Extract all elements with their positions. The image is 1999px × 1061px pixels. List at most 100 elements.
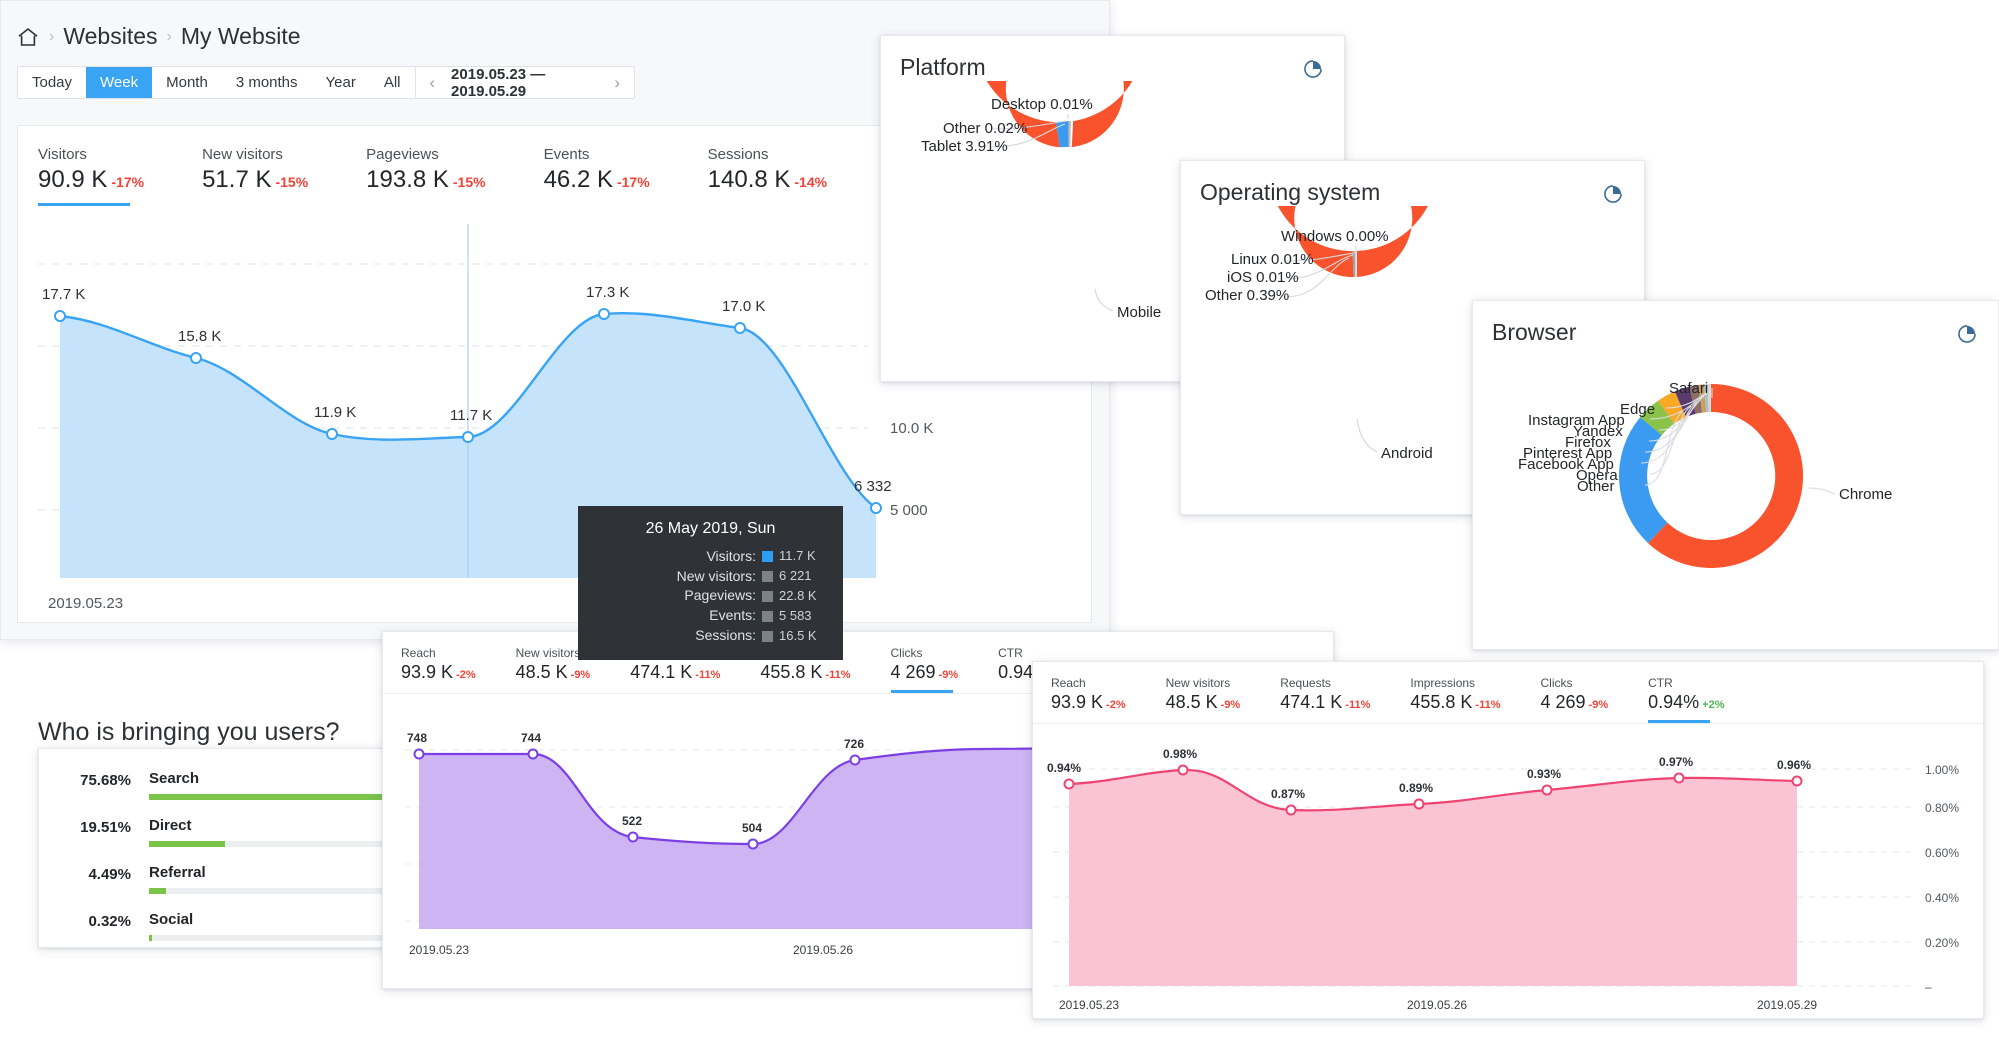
period-month[interactable]: Month — [152, 67, 222, 98]
ctr-ytick-1: 0.80% — [1925, 801, 1959, 815]
mini-kpi-requests-value: 474.1 K — [630, 662, 692, 682]
kpi-pageviews[interactable]: Pageviews 193.8 K-15% — [366, 146, 485, 206]
kpi-visitors-value: 90.9 K — [38, 166, 107, 193]
point-label-0: 17.7 K — [42, 286, 85, 303]
tooltip-key-pageviews: Pageviews: — [684, 586, 756, 606]
next-range-button[interactable]: › — [614, 73, 620, 93]
kpi-sessions[interactable]: Sessions 140.8 K-14% — [708, 146, 827, 206]
kpi-events-label: Events — [544, 146, 650, 163]
mini-kpi-impressions-value: 455.8 K — [760, 662, 822, 682]
ctr-xtick-1: 2019.05.26 — [1407, 998, 1467, 1012]
ctr-ytick-0: 1.00% — [1925, 763, 1959, 777]
date-range-label[interactable]: 2019.05.23 — 2019.05.29 — [451, 66, 598, 100]
tooltip-swatch-sessions — [762, 631, 773, 642]
ctr-ytick-5: – — [1925, 980, 1932, 994]
pie-chart-icon[interactable] — [1956, 323, 1978, 345]
tooltip-row-visitors: Visitors: 11.7 K — [592, 547, 829, 567]
ctr-mini-kpi-new-visitors-value: 48.5 K — [1166, 692, 1218, 712]
slice-desktop — [1069, 121, 1071, 147]
breadcrumb-separator-2: › — [167, 28, 172, 46]
ctr-ytick-4: 0.20% — [1925, 936, 1959, 950]
browser-donut[interactable]: Safari Edge Instagram App Yandex Firefox… — [1473, 346, 1998, 643]
dashboard-screenshot: › Websites › My Website Today Week Month… — [0, 0, 1999, 1061]
ctr-xtick-2: 2019.05.29 — [1757, 998, 1817, 1012]
chart-tooltip: 26 May 2019, Sun Visitors: 11.7 K New vi… — [578, 506, 843, 660]
mini-kpi-requests-delta: -11% — [695, 669, 720, 681]
mini-kpi-ctr-label: CTR — [998, 646, 1074, 660]
ctr-mini-kpi-clicks-label: Clicks — [1541, 676, 1609, 690]
ctr-mini-kpi-reach[interactable]: Reach 93.9 K-2% — [1051, 676, 1126, 723]
kpi-events[interactable]: Events 46.2 K-17% — [544, 146, 650, 206]
breadcrumb-item-my-website[interactable]: My Website — [181, 23, 301, 50]
ctr-mini-kpi-clicks[interactable]: Clicks 4 269-9% — [1541, 676, 1609, 723]
period-selector: Today Week Month 3 months Year All ‹ 201… — [17, 66, 635, 99]
period-week[interactable]: Week — [86, 67, 152, 98]
ctr-mini-kpi-ctr[interactable]: CTR 0.94%+2% — [1648, 676, 1724, 723]
tooltip-swatch-pageviews — [762, 591, 773, 602]
prev-range-button[interactable]: ‹ — [429, 73, 435, 93]
platform-label-tablet: Tablet 3.91% — [921, 138, 1008, 155]
date-range-picker: ‹ 2019.05.23 — 2019.05.29 › — [415, 67, 634, 98]
tooltip-value-events: 5 583 — [779, 607, 829, 625]
kpi-sessions-delta: -14% — [794, 174, 827, 190]
kpi-sessions-label: Sessions — [708, 146, 827, 163]
ctr-mini-kpi-clicks-value: 4 269 — [1541, 692, 1586, 712]
ctr-point-label-3: 0.89% — [1399, 781, 1433, 795]
xtick-label-0: 2019.05.23 — [48, 595, 123, 612]
point-label-1: 15.8 K — [178, 328, 221, 345]
period-year[interactable]: Year — [312, 67, 370, 98]
ctr-mini-kpi-impressions-label: Impressions — [1410, 676, 1500, 690]
period-3-months[interactable]: 3 months — [222, 67, 312, 98]
mini-kpi-reach[interactable]: Reach 93.9 K-2% — [401, 646, 476, 693]
kpi-pageviews-label: Pageviews — [366, 146, 485, 163]
ctr-mini-kpi-requests-delta: -11% — [1345, 699, 1370, 711]
tooltip-key-events: Events: — [709, 606, 756, 626]
point-label-3: 11.7 K — [450, 407, 492, 424]
tooltip-value-sessions: 16.5 K — [779, 627, 829, 645]
mini-kpi-clicks[interactable]: Clicks 4 269-9% — [891, 646, 959, 693]
tooltip-row-new-visitors: New visitors: 6 221 — [592, 567, 829, 587]
clicks-point-label-3: 504 — [742, 821, 762, 835]
home-icon[interactable] — [16, 25, 40, 49]
kpi-pageviews-value: 193.8 K — [366, 166, 449, 193]
ctr-area-chart[interactable]: 0.94% 0.98% 0.87% 0.89% 0.93% 0.97% 0.96… — [1033, 724, 1983, 1019]
sources-section-title: Who is bringing you users? — [38, 718, 340, 747]
period-today[interactable]: Today — [18, 67, 86, 98]
os-label-android: Android — [1381, 445, 1433, 462]
pie-chart-icon[interactable] — [1602, 183, 1624, 205]
pie-chart-icon[interactable] — [1302, 58, 1324, 80]
ytick-label-2: 10.0 K — [890, 420, 933, 437]
source-fill-social — [149, 935, 152, 941]
os-label-linux: Linux 0.01% — [1231, 251, 1314, 268]
ctr-point-label-2: 0.87% — [1271, 787, 1305, 801]
ctr-mini-kpi-requests-label: Requests — [1280, 676, 1370, 690]
ctr-mini-kpi-reach-label: Reach — [1051, 676, 1126, 690]
mini-kpi-reach-value: 93.9 K — [401, 662, 453, 682]
ytick-label-3: 5 000 — [890, 502, 928, 519]
mini-kpi-clicks-delta: -9% — [939, 669, 959, 681]
kpi-visitors-label: Visitors — [38, 146, 144, 163]
mini-kpi-reach-delta: -2% — [456, 669, 476, 681]
period-all[interactable]: All — [370, 67, 415, 98]
breadcrumb-item-websites[interactable]: Websites — [63, 23, 157, 50]
breadcrumb-separator-1: › — [49, 28, 54, 46]
ctr-mini-kpi-impressions-value: 455.8 K — [1410, 692, 1472, 712]
ctr-mini-kpi-new-visitors[interactable]: New visitors 48.5 K-9% — [1166, 676, 1241, 723]
os-label-other: Other 0.39% — [1205, 287, 1289, 304]
browser-card: Browser — [1472, 300, 1999, 650]
mini-kpi-clicks-label: Clicks — [891, 646, 959, 660]
platform-card-title: Platform — [881, 36, 1344, 81]
ctr-mini-kpi-ctr-delta: +2% — [1702, 699, 1724, 711]
kpi-events-delta: -17% — [617, 174, 650, 190]
kpi-visitors[interactable]: Visitors 90.9 K-17% — [38, 146, 144, 206]
source-fill-direct — [149, 841, 225, 847]
mini-kpi-new-visitors-value: 48.5 K — [516, 662, 568, 682]
ctr-mini-kpi-requests[interactable]: Requests 474.1 K-11% — [1280, 676, 1370, 723]
tooltip-key-new-visitors: New visitors: — [677, 567, 756, 587]
kpi-new-visitors[interactable]: New visitors 51.7 K-15% — [202, 146, 308, 206]
ctr-mini-kpi-impressions[interactable]: Impressions 455.8 K-11% — [1410, 676, 1500, 723]
point-label-6: 6 332 — [854, 478, 892, 495]
ctr-mini-kpi-reach-value: 93.9 K — [1051, 692, 1103, 712]
os-card-title: Operating system — [1181, 161, 1644, 206]
ctr-point-label-0: 0.94% — [1047, 761, 1081, 775]
